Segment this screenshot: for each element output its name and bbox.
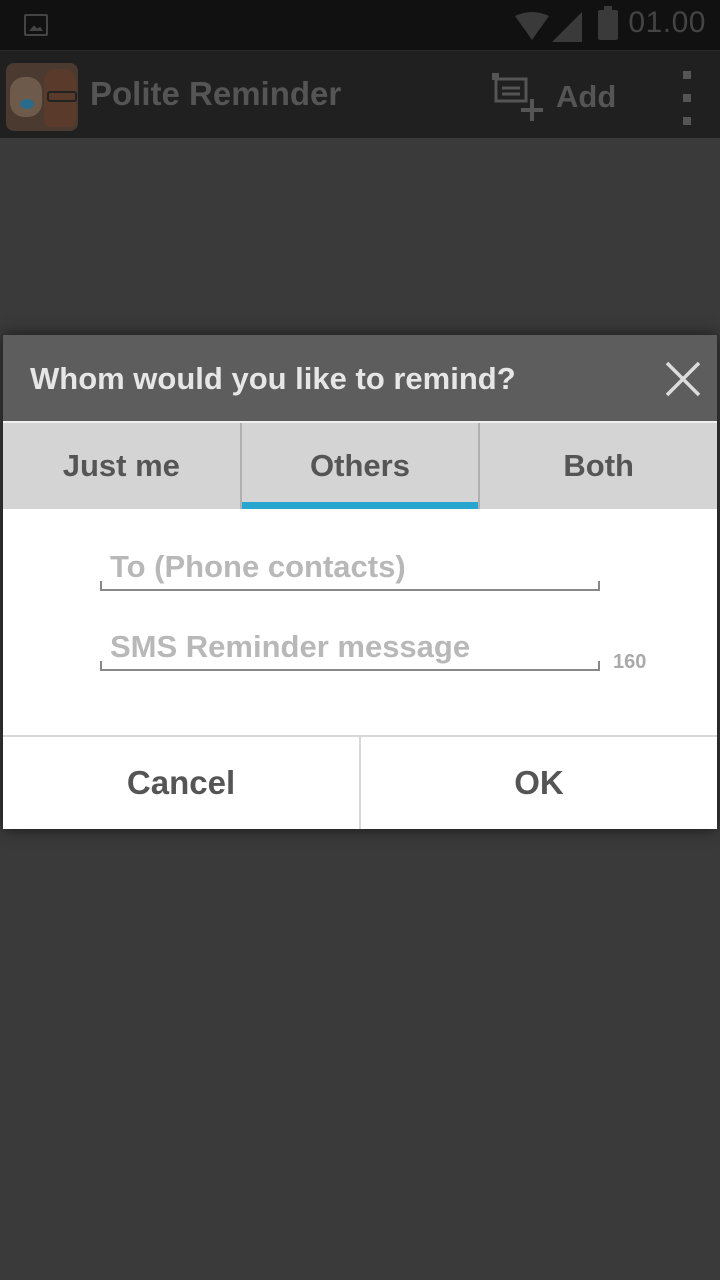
cancel-button[interactable]: Cancel [3, 737, 359, 829]
app-icon-hand [10, 77, 42, 117]
to-field-underline [100, 581, 600, 591]
dialog-header: Whom would you like to remind? [3, 335, 717, 421]
close-icon[interactable] [663, 361, 703, 397]
recipient-tabs: Just me Others Both [3, 421, 717, 509]
ok-button[interactable]: OK [359, 737, 717, 829]
tab-others[interactable]: Others [239, 423, 479, 509]
overflow-dot [683, 71, 691, 79]
app-title: Polite Reminder [90, 75, 342, 112]
character-counter: 160 [613, 651, 647, 673]
status-time: 01.00 [628, 6, 706, 39]
message-field-wrapper [100, 627, 600, 671]
battery-icon [598, 6, 618, 40]
dialog-title: Whom would you like to remind? [30, 361, 516, 396]
add-note-icon [492, 73, 543, 121]
app-icon-face [44, 69, 77, 127]
to-field-wrapper [100, 547, 600, 591]
message-field-underline [100, 661, 600, 671]
remind-dialog: Whom would you like to remind? Just me O… [3, 335, 717, 829]
tab-both[interactable]: Both [478, 423, 717, 509]
overflow-dot [683, 117, 691, 125]
tab-just-me[interactable]: Just me [3, 423, 240, 509]
app-icon[interactable] [6, 63, 78, 131]
status-bar: 01.00 [0, 0, 720, 50]
overflow-dot [683, 94, 691, 102]
image-notification-icon [24, 14, 48, 36]
app-icon-eye [20, 99, 34, 109]
signal-icon [552, 12, 582, 42]
add-label: Add [556, 79, 617, 114]
dialog-buttons: Cancel OK [3, 735, 717, 829]
wifi-icon [515, 12, 549, 40]
overflow-menu-icon[interactable] [676, 71, 698, 125]
action-bar: Polite Reminder Add [0, 50, 720, 138]
add-button[interactable]: Add [490, 71, 616, 123]
